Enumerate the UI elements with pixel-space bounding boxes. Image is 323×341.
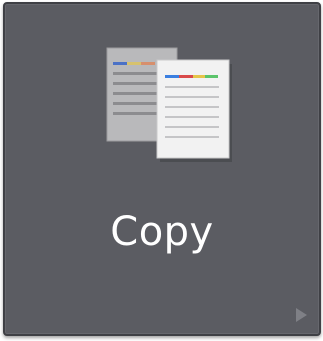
expand-arrow-icon[interactable] [291,305,311,325]
copy-documents-icon [100,44,235,164]
copy-label: Copy [110,209,214,255]
copy-tile[interactable]: Copy [3,2,321,336]
